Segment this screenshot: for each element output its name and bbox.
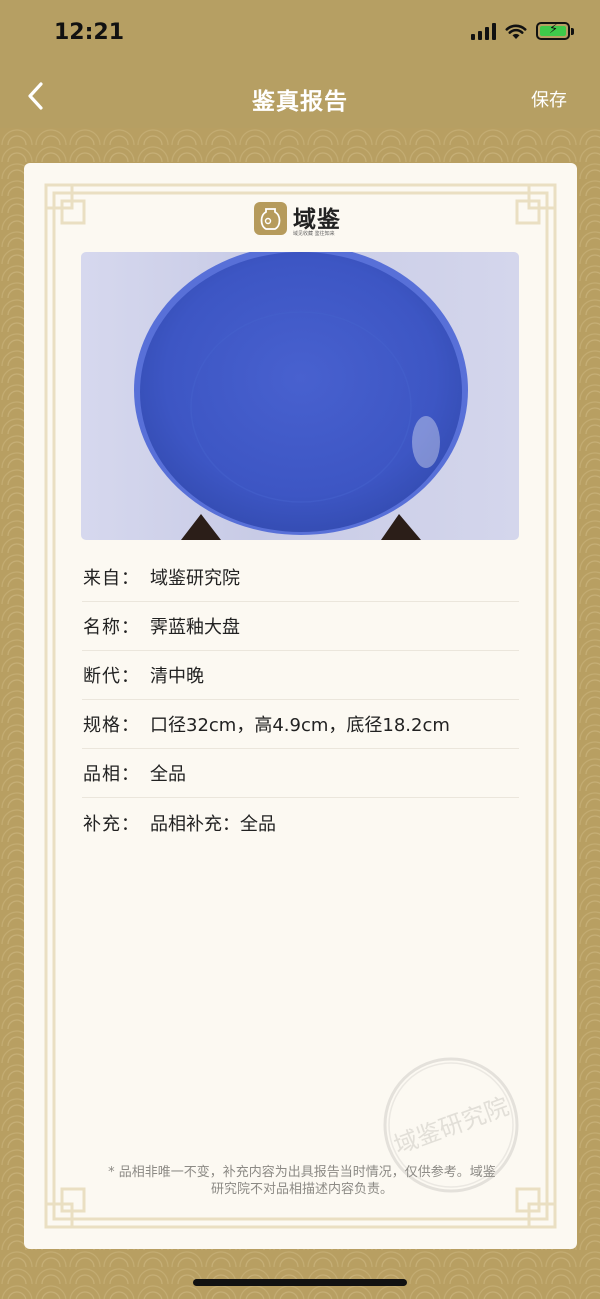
detail-value: 清中晚 (150, 666, 204, 687)
wifi-icon (505, 24, 527, 39)
detail-row-period: 断代： 清中晚 (82, 651, 519, 700)
detail-value: 品相补充：全品 (150, 813, 276, 835)
detail-row-name: 名称： 霁蓝釉大盘 (82, 602, 519, 651)
detail-label: 规格： (83, 715, 140, 736)
detail-row-condition: 品相： 全品 (82, 749, 519, 798)
cellular-signal-icon (471, 22, 496, 40)
details-list: 来自： 域鉴研究院 名称： 霁蓝釉大盘 断代： 清中晚 规格： 口径32cm，高… (82, 553, 519, 847)
logo-text: 域鉴 (293, 206, 341, 233)
detail-value: 口径32cm，高4.9cm，底径18.2cm (150, 715, 450, 736)
report-card: 域鉴 域见收藏 鉴往知来 来自： 域鉴研究院 名称： 霁蓝釉大盘 断代： 清中晚… (24, 163, 577, 1249)
page-title: 鉴真报告 (252, 89, 348, 115)
item-photo (81, 252, 519, 540)
battery-icon: ⚡ (536, 22, 574, 40)
detail-value: 域鉴研究院 (150, 568, 240, 589)
disclaimer-text: * 品相非唯一不变，补充内容为出具报告当时情况，仅供参考。域鉴研究院不对品相描述… (108, 1165, 496, 1197)
detail-label: 断代： (83, 666, 140, 687)
logo-tagline: 域见收藏 鉴往知来 (293, 231, 335, 237)
detail-value: 全品 (150, 764, 186, 785)
status-time: 12:21 (54, 20, 125, 45)
nav-bar: 鉴真报告 保存 (0, 66, 600, 128)
status-bar: 12:21 ⚡ (0, 0, 600, 66)
brand-logo: 域鉴 域见收藏 鉴往知来 (254, 200, 350, 240)
vase-logo-icon (254, 202, 287, 235)
detail-label: 来自： (83, 568, 140, 589)
detail-label: 品相： (83, 764, 140, 785)
detail-label: 名称： (83, 617, 140, 638)
detail-value: 霁蓝釉大盘 (150, 617, 240, 638)
save-button[interactable]: 保存 (531, 86, 567, 112)
home-indicator[interactable] (193, 1279, 407, 1286)
detail-row-source: 来自： 域鉴研究院 (82, 553, 519, 602)
detail-row-notes: 补充： 品相补充：全品 (82, 798, 519, 847)
status-icons: ⚡ (471, 22, 574, 40)
detail-label: 补充： (83, 813, 140, 835)
detail-row-dimensions: 规格： 口径32cm，高4.9cm，底径18.2cm (82, 700, 519, 749)
stamp-text: 域鉴研究院 (390, 1092, 512, 1159)
